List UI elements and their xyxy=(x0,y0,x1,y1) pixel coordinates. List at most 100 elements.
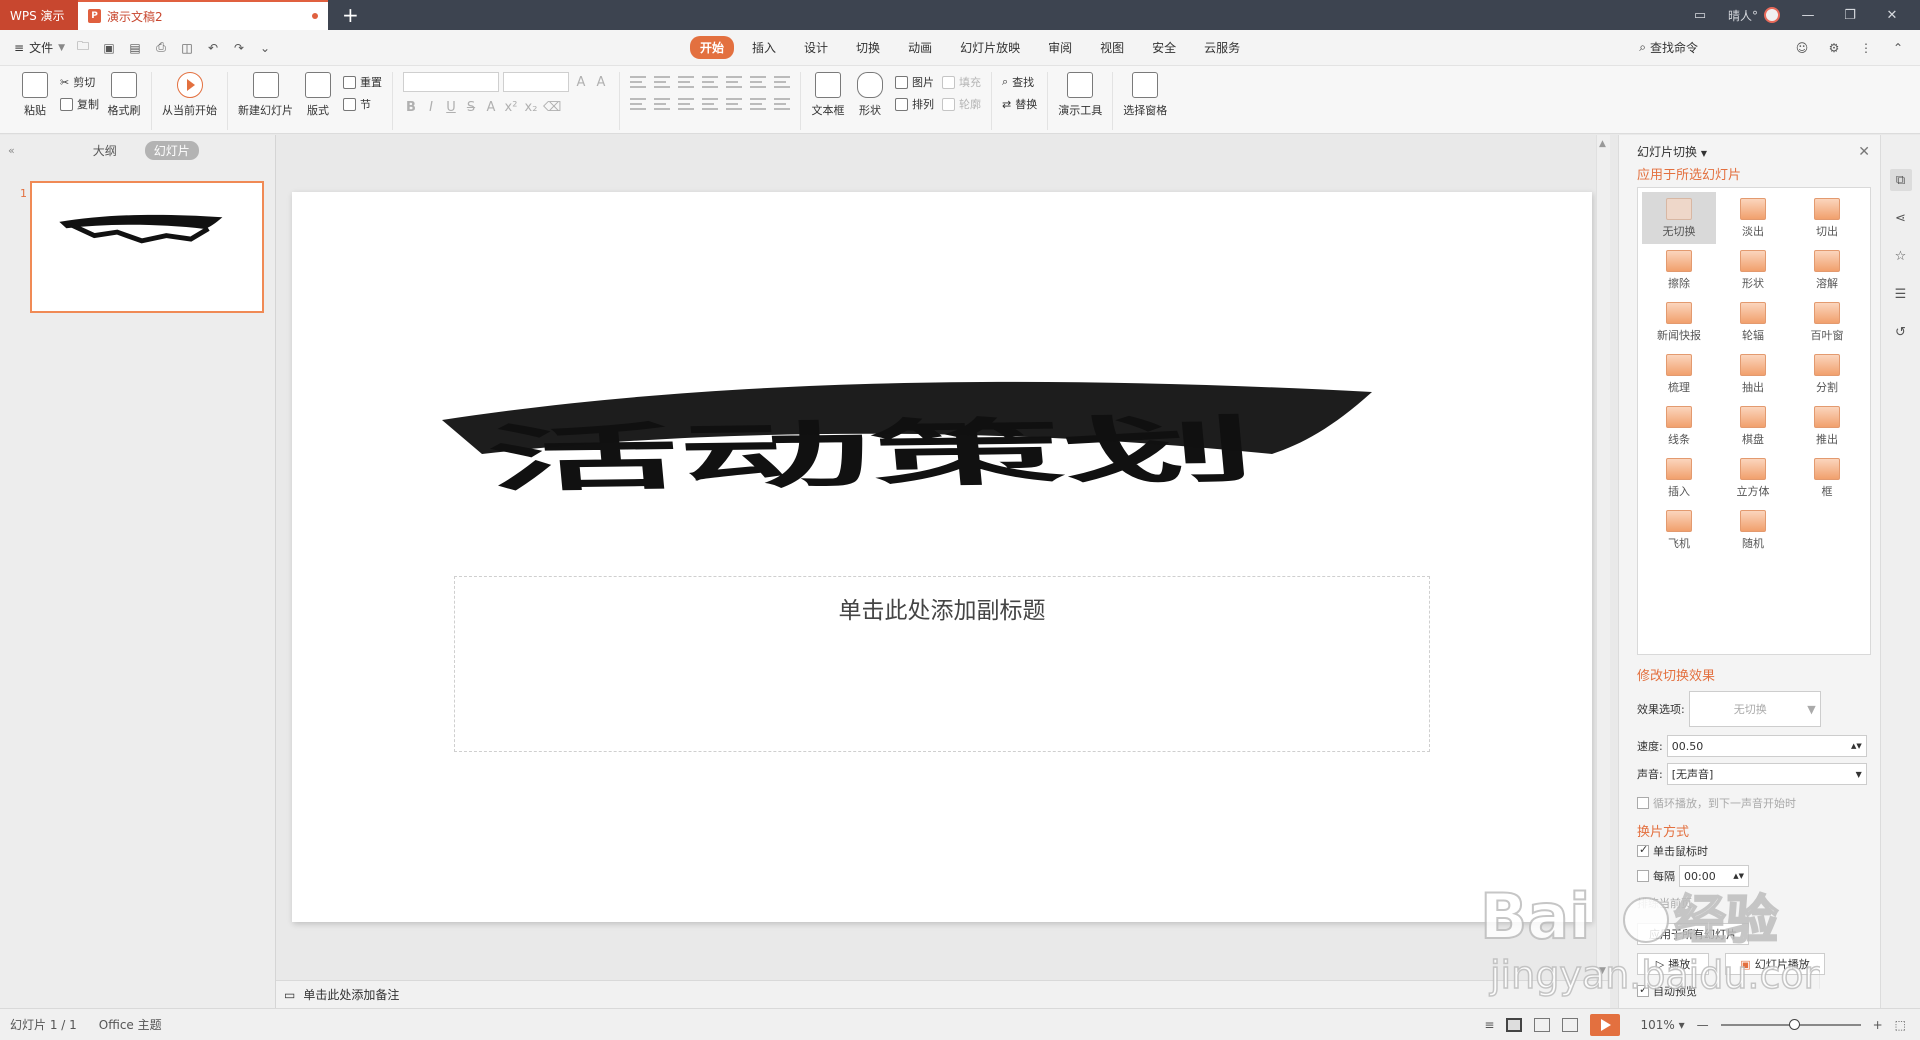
selection-pane-button[interactable]: 选择窗格 xyxy=(1123,72,1167,118)
fit-window-icon[interactable]: ⬚ xyxy=(1895,1018,1906,1032)
tab-4[interactable]: 动画 xyxy=(898,36,942,59)
find-button[interactable]: ⌕ 查找 xyxy=(1002,74,1037,90)
transition-option[interactable]: 无切换 xyxy=(1642,192,1716,244)
zoom-slider[interactable] xyxy=(1720,1019,1861,1030)
arrange-button[interactable]: 排列 xyxy=(895,96,934,112)
shape-button[interactable]: 形状 xyxy=(853,72,887,118)
italic-icon[interactable]: I xyxy=(423,100,439,115)
tab-slides[interactable]: 幻灯片 xyxy=(144,140,199,160)
tab-5[interactable]: 幻灯片放映 xyxy=(950,36,1030,59)
text-direction-icon[interactable] xyxy=(726,76,742,88)
bold-icon[interactable]: B xyxy=(403,100,419,115)
transition-option[interactable]: 分割 xyxy=(1790,348,1864,400)
transition-option[interactable]: 擦除 xyxy=(1642,244,1716,296)
print-icon[interactable]: ⎙ xyxy=(153,40,169,56)
fill-button[interactable]: 填充 xyxy=(942,74,981,90)
tab-0[interactable]: 开始 xyxy=(690,36,735,59)
numbering-icon[interactable] xyxy=(654,76,670,88)
minimize-button[interactable]: — xyxy=(1794,8,1822,23)
paragraph-settings-icon[interactable] xyxy=(774,98,790,110)
transition-option[interactable]: 淡出 xyxy=(1716,192,1790,244)
clear-format-icon[interactable]: ⌫ xyxy=(543,100,561,115)
transition-option[interactable]: 轮辐 xyxy=(1716,296,1790,348)
align-left-icon[interactable] xyxy=(630,98,646,110)
document-tab[interactable]: P 演示文稿2 xyxy=(78,0,328,30)
feedback-icon[interactable]: ☺ xyxy=(1794,40,1810,56)
properties-icon[interactable]: ☰ xyxy=(1890,283,1912,305)
command-search[interactable]: ⌕ 查找命令 xyxy=(1639,39,1698,56)
sound-select[interactable]: [无声音] ▼ xyxy=(1666,763,1867,785)
cut-button[interactable]: ✂ 剪切 xyxy=(60,74,99,90)
play-from-current-button[interactable]: 从当前开始 xyxy=(162,72,217,118)
transition-option[interactable]: 梳理 xyxy=(1642,348,1716,400)
notes-toggle-icon[interactable]: ≡ xyxy=(1484,1018,1494,1032)
font-family-select[interactable] xyxy=(403,72,499,92)
settings-icon[interactable]: ⚙ xyxy=(1826,40,1842,56)
align-center-icon[interactable] xyxy=(654,98,670,110)
align-right-icon[interactable] xyxy=(678,98,694,110)
tab-7[interactable]: 视图 xyxy=(1090,36,1134,59)
play-button[interactable]: ▷ 播放 xyxy=(1637,953,1709,975)
open-folder-icon[interactable]: 🗀 xyxy=(75,39,91,56)
restore-button[interactable]: ❐ xyxy=(1836,8,1864,23)
transition-option[interactable]: 推出 xyxy=(1790,400,1864,452)
transition-option[interactable]: 插入 xyxy=(1642,452,1716,504)
transition-option[interactable]: 新闻快报 xyxy=(1642,296,1716,348)
reset-button[interactable]: 重置 xyxy=(343,74,382,90)
tab-9[interactable]: 云服务 xyxy=(1194,36,1250,59)
scroll-down-icon[interactable]: ▼ xyxy=(1599,966,1606,976)
transition-option[interactable]: 形状 xyxy=(1716,244,1790,296)
auto-advance-input[interactable]: 00:00 ▲▼ xyxy=(1679,865,1749,887)
effect-options-select[interactable]: 无切换 ▼ xyxy=(1688,691,1821,727)
vertical-scrollbar[interactable]: ▲ ▼ xyxy=(1596,135,1610,980)
tab-8[interactable]: 安全 xyxy=(1142,36,1186,59)
scroll-up-icon[interactable]: ▲ xyxy=(1599,139,1606,149)
decrease-font-icon[interactable]: A xyxy=(593,75,609,90)
zoom-level[interactable]: 101% ▾ xyxy=(1640,1018,1684,1032)
new-tab-button[interactable]: + xyxy=(328,0,373,30)
slideshow-play-button[interactable] xyxy=(1590,1014,1621,1036)
slide[interactable]: 活动策划 单击此处添加副标题 xyxy=(292,192,1592,922)
customize-toolbar-icon[interactable]: ⌄ xyxy=(257,40,273,56)
distribute-icon[interactable] xyxy=(726,98,742,110)
replace-button[interactable]: ⇄ 替换 xyxy=(1002,96,1037,112)
reading-view-icon[interactable] xyxy=(1562,1018,1579,1032)
outline-button[interactable]: 轮廓 xyxy=(942,96,981,112)
history-icon[interactable]: ↺ xyxy=(1890,321,1912,343)
spinner-icon[interactable]: ▲▼ xyxy=(1851,742,1862,750)
notes-bar[interactable]: ▭ 单击此处添加备注 xyxy=(276,980,1610,1008)
transition-option[interactable]: 飞机 xyxy=(1642,504,1716,556)
app-tab[interactable]: WPS 演示 xyxy=(0,0,78,30)
tab-1[interactable]: 插入 xyxy=(742,36,786,59)
tab-2[interactable]: 设计 xyxy=(794,36,838,59)
subscript-icon[interactable]: x₂ xyxy=(523,100,539,115)
title-word-art[interactable]: 活动策划 xyxy=(292,192,1592,922)
close-icon[interactable]: ✕ xyxy=(1858,144,1870,160)
collapse-panel-icon[interactable]: « xyxy=(8,144,15,157)
layout-button[interactable]: 版式 xyxy=(301,72,335,118)
new-slide-button[interactable]: 新建幻灯片 xyxy=(238,72,293,118)
transition-option[interactable]: 框 xyxy=(1790,452,1864,504)
transition-pane-icon[interactable]: ⧉ xyxy=(1889,169,1912,191)
speed-input[interactable]: 00.50 ▲▼ xyxy=(1666,735,1867,757)
save-icon[interactable]: ▣ xyxy=(101,40,117,56)
file-menu[interactable]: ≡ 文件 ▼ xyxy=(14,39,65,56)
subtitle-placeholder[interactable]: 单击此处添加副标题 xyxy=(454,576,1430,752)
redo-icon[interactable]: ↷ xyxy=(231,40,247,56)
justify-icon[interactable] xyxy=(702,98,718,110)
transition-option[interactable]: 随机 xyxy=(1716,504,1790,556)
sorter-view-icon[interactable] xyxy=(1534,1018,1551,1032)
zoom-slider-knob[interactable] xyxy=(1788,1019,1800,1030)
auto-advance-checkbox[interactable] xyxy=(1637,870,1649,882)
export-pdf-icon[interactable]: ▤ xyxy=(127,40,143,56)
loop-checkbox[interactable] xyxy=(1637,797,1649,809)
paste-button[interactable]: 粘贴 xyxy=(18,72,52,118)
decrease-indent-icon[interactable] xyxy=(678,76,694,88)
slideshow-button[interactable]: ▣ 幻灯片播放 xyxy=(1725,953,1825,975)
collapse-ribbon-icon[interactable]: ⌃ xyxy=(1890,40,1906,56)
underline-icon[interactable]: U xyxy=(443,100,459,115)
tab-outline[interactable]: 大纲 xyxy=(93,142,117,159)
section-button[interactable]: 节 xyxy=(343,96,382,112)
superscript-icon[interactable]: x² xyxy=(503,100,519,115)
window-layout-icon[interactable]: ▭ xyxy=(1686,8,1714,23)
